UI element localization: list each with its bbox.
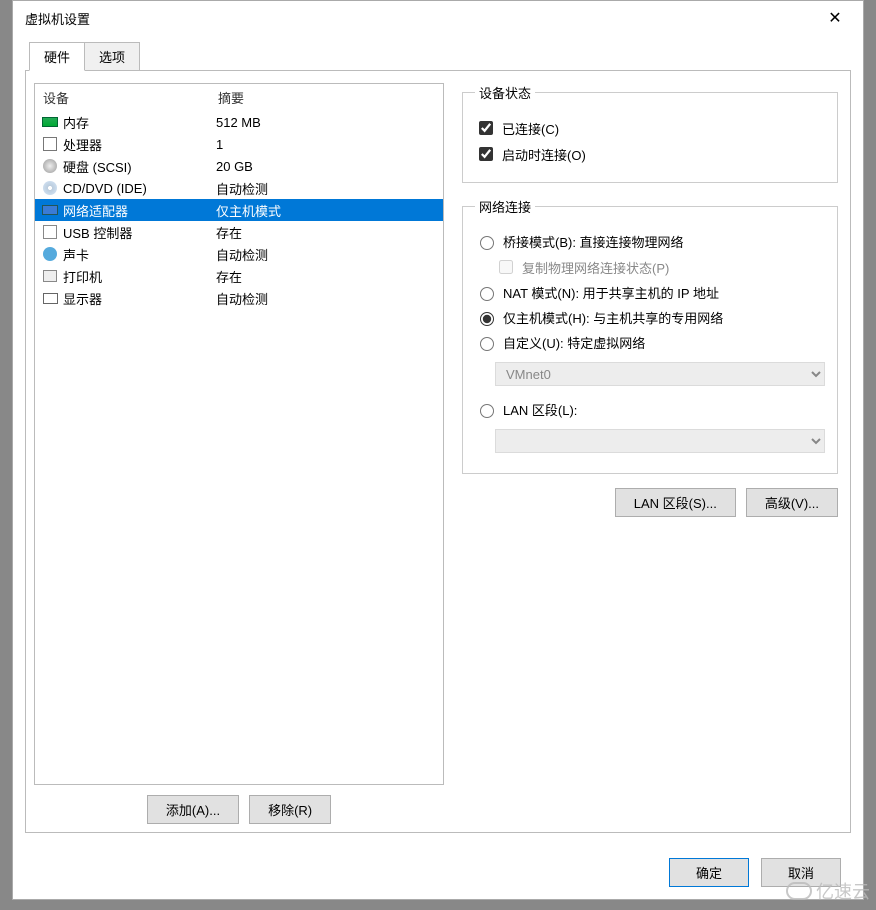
device-row-cd[interactable]: CD/DVD (IDE) 自动检测 bbox=[35, 177, 443, 199]
device-summary: 存在 bbox=[216, 267, 437, 286]
device-summary: 512 MB bbox=[216, 115, 437, 130]
device-row-usb[interactable]: USB 控制器 存在 bbox=[35, 221, 443, 243]
disk-icon bbox=[41, 158, 59, 174]
nat-radio[interactable] bbox=[480, 287, 494, 301]
device-name: 网络适配器 bbox=[63, 201, 216, 220]
titlebar: 虚拟机设置 ✕ bbox=[13, 1, 863, 35]
usb-icon bbox=[41, 224, 59, 240]
connected-label: 已连接(C) bbox=[502, 119, 559, 138]
device-name: 打印机 bbox=[63, 267, 216, 286]
device-name: 声卡 bbox=[63, 245, 216, 264]
right-column: 设备状态 已连接(C) 启动时连接(O) 网络连接 桥接模式(B): 直接连接物 bbox=[462, 83, 842, 824]
device-state-group: 设备状态 已连接(C) 启动时连接(O) bbox=[462, 83, 838, 183]
custom-radio[interactable] bbox=[480, 337, 494, 351]
device-row-sound[interactable]: 声卡 自动检测 bbox=[35, 243, 443, 265]
connect-poweron-checkbox[interactable] bbox=[479, 147, 493, 161]
left-column: 设备 摘要 内存 512 MB 处理器 1 bbox=[34, 83, 444, 824]
device-row-memory[interactable]: 内存 512 MB bbox=[35, 111, 443, 133]
connect-poweron-label: 启动时连接(O) bbox=[502, 145, 586, 164]
tabs: 硬件 选项 bbox=[25, 42, 851, 71]
hostonly-radio[interactable] bbox=[480, 312, 494, 326]
col-header-device: 设备 bbox=[43, 88, 218, 107]
device-row-printer[interactable]: 打印机 存在 bbox=[35, 265, 443, 287]
device-summary: 自动检测 bbox=[216, 245, 437, 264]
close-button[interactable]: ✕ bbox=[817, 4, 853, 32]
device-summary: 存在 bbox=[216, 223, 437, 242]
printer-icon bbox=[41, 268, 59, 284]
tab-hardware[interactable]: 硬件 bbox=[29, 42, 85, 71]
window-title: 虚拟机设置 bbox=[25, 9, 817, 28]
device-name: CD/DVD (IDE) bbox=[63, 181, 216, 196]
device-state-legend: 设备状态 bbox=[475, 83, 535, 102]
network-legend: 网络连接 bbox=[475, 197, 535, 216]
bridged-radio[interactable] bbox=[480, 236, 494, 250]
device-name: 处理器 bbox=[63, 135, 216, 154]
device-summary: 自动检测 bbox=[216, 289, 437, 308]
display-icon bbox=[41, 290, 59, 306]
custom-label: 自定义(U): 特定虚拟网络 bbox=[503, 333, 645, 352]
device-summary: 仅主机模式 bbox=[216, 201, 437, 220]
tab-options[interactable]: 选项 bbox=[85, 42, 140, 71]
vm-settings-dialog: 虚拟机设置 ✕ 硬件 选项 设备 摘要 内存 512 MB bbox=[12, 0, 864, 900]
replicate-checkbox bbox=[499, 260, 513, 274]
device-row-disk[interactable]: 硬盘 (SCSI) 20 GB bbox=[35, 155, 443, 177]
device-name: 内存 bbox=[63, 113, 216, 132]
device-name: 硬盘 (SCSI) bbox=[63, 157, 216, 176]
advanced-button[interactable]: 高级(V)... bbox=[746, 488, 838, 517]
device-row-network[interactable]: 网络适配器 仅主机模式 bbox=[35, 199, 443, 221]
lan-segment-select bbox=[495, 429, 825, 453]
network-connection-group: 网络连接 桥接模式(B): 直接连接物理网络 复制物理网络连接状态(P) NAT… bbox=[462, 197, 838, 474]
cd-icon bbox=[41, 180, 59, 196]
dialog-content: 硬件 选项 设备 摘要 内存 512 MB bbox=[13, 35, 863, 845]
device-row-display[interactable]: 显示器 自动检测 bbox=[35, 287, 443, 309]
device-list-header: 设备 摘要 bbox=[35, 84, 443, 111]
lan-segment-label: LAN 区段(L): bbox=[503, 400, 577, 419]
hostonly-label: 仅主机模式(H): 与主机共享的专用网络 bbox=[503, 308, 723, 327]
device-summary: 20 GB bbox=[216, 159, 437, 174]
lan-segments-button[interactable]: LAN 区段(S)... bbox=[615, 488, 736, 517]
lan-segment-radio[interactable] bbox=[480, 404, 494, 418]
connected-checkbox[interactable] bbox=[479, 121, 493, 135]
replicate-label: 复制物理网络连接状态(P) bbox=[522, 258, 669, 277]
device-summary: 自动检测 bbox=[216, 179, 437, 198]
device-summary: 1 bbox=[216, 137, 437, 152]
col-header-summary: 摘要 bbox=[218, 88, 435, 107]
device-name: USB 控制器 bbox=[63, 223, 216, 242]
device-list-buttons: 添加(A)... 移除(R) bbox=[34, 785, 444, 824]
watermark-text: 亿速云 bbox=[816, 878, 870, 904]
network-buttons: LAN 区段(S)... 高级(V)... bbox=[462, 488, 838, 517]
remove-button[interactable]: 移除(R) bbox=[249, 795, 331, 824]
nat-label: NAT 模式(N): 用于共享主机的 IP 地址 bbox=[503, 283, 719, 302]
custom-network-select: VMnet0 bbox=[495, 362, 825, 386]
watermark: 亿速云 bbox=[786, 878, 870, 904]
ok-button[interactable]: 确定 bbox=[669, 858, 749, 887]
device-list[interactable]: 设备 摘要 内存 512 MB 处理器 1 bbox=[34, 83, 444, 785]
sound-icon bbox=[41, 246, 59, 262]
cloud-icon bbox=[786, 882, 812, 900]
network-icon bbox=[41, 202, 59, 218]
add-button[interactable]: 添加(A)... bbox=[147, 795, 239, 824]
memory-icon bbox=[41, 114, 59, 130]
device-name: 显示器 bbox=[63, 289, 216, 308]
cpu-icon bbox=[41, 136, 59, 152]
device-row-cpu[interactable]: 处理器 1 bbox=[35, 133, 443, 155]
close-icon: ✕ bbox=[828, 8, 841, 28]
dialog-footer: 确定 取消 bbox=[13, 845, 863, 899]
tab-panel: 设备 摘要 内存 512 MB 处理器 1 bbox=[25, 70, 851, 833]
bridged-label: 桥接模式(B): 直接连接物理网络 bbox=[503, 232, 684, 251]
